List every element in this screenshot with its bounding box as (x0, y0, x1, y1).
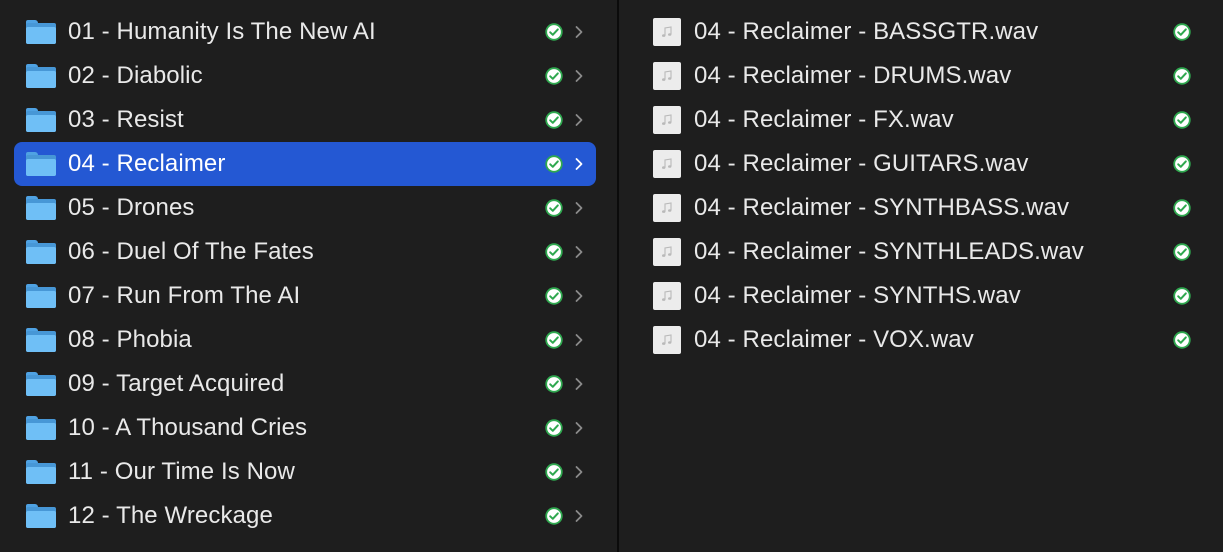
folder-name: 08 - Phobia (68, 326, 192, 353)
chevron-right-icon (574, 508, 584, 524)
file-row[interactable]: 04 - Reclaimer - GUITARS.wav (653, 142, 1201, 186)
folder-row[interactable]: 04 - Reclaimer (14, 142, 596, 186)
folder-name: 05 - Drones (68, 194, 195, 221)
file-name: 04 - Reclaimer - SYNTHLEADS.wav (694, 238, 1084, 265)
chevron-right-icon (574, 244, 584, 260)
chevron-right-icon (574, 24, 584, 40)
folder-icon (26, 152, 56, 176)
file-row[interactable]: 04 - Reclaimer - BASSGTR.wav (653, 10, 1201, 54)
synced-check-icon (545, 463, 563, 481)
folder-name: 07 - Run From The AI (68, 282, 301, 309)
synced-check-icon (1173, 243, 1191, 261)
synced-check-icon (545, 375, 563, 393)
folder-icon (26, 504, 56, 528)
audio-file-icon (653, 326, 681, 354)
synced-check-icon (1173, 155, 1191, 173)
file-name: 04 - Reclaimer - VOX.wav (694, 326, 974, 353)
folder-icon (26, 108, 56, 132)
file-name: 04 - Reclaimer - GUITARS.wav (694, 150, 1029, 177)
folder-row[interactable]: 05 - Drones (14, 186, 596, 230)
folder-icon (26, 328, 56, 352)
folder-name: 04 - Reclaimer (68, 150, 226, 177)
chevron-right-icon (574, 464, 584, 480)
chevron-right-icon (574, 376, 584, 392)
file-row[interactable]: 04 - Reclaimer - SYNTHS.wav (653, 274, 1201, 318)
file-name: 04 - Reclaimer - FX.wav (694, 106, 954, 133)
synced-check-icon (545, 331, 563, 349)
folder-row[interactable]: 03 - Resist (14, 98, 596, 142)
synced-check-icon (545, 243, 563, 261)
file-row[interactable]: 04 - Reclaimer - SYNTHLEADS.wav (653, 230, 1201, 274)
chevron-right-icon (574, 288, 584, 304)
folder-name: 03 - Resist (68, 106, 184, 133)
file-row[interactable]: 04 - Reclaimer - VOX.wav (653, 318, 1201, 362)
chevron-right-icon (574, 112, 584, 128)
folder-row[interactable]: 10 - A Thousand Cries (14, 406, 596, 450)
synced-check-icon (1173, 331, 1191, 349)
files-column: 04 - Reclaimer - BASSGTR.wav 04 - Reclaim… (619, 0, 1223, 552)
file-row[interactable]: 04 - Reclaimer - DRUMS.wav (653, 54, 1201, 98)
folder-row[interactable]: 07 - Run From The AI (14, 274, 596, 318)
synced-check-icon (545, 419, 563, 437)
folder-row[interactable]: 02 - Diabolic (14, 54, 596, 98)
folder-name: 11 - Our Time Is Now (68, 458, 295, 485)
chevron-right-icon (574, 420, 584, 436)
chevron-right-icon (574, 332, 584, 348)
audio-file-icon (653, 18, 681, 46)
folder-name: 12 - The Wreckage (68, 502, 273, 529)
synced-check-icon (545, 507, 563, 525)
chevron-right-icon (574, 156, 584, 172)
folder-icon (26, 20, 56, 44)
file-row[interactable]: 04 - Reclaimer - FX.wav (653, 98, 1201, 142)
folder-name: 02 - Diabolic (68, 62, 203, 89)
column-browser: 01 - Humanity Is The New AI 02 - Diabolic… (0, 0, 1223, 552)
audio-file-icon (653, 194, 681, 222)
folder-icon (26, 64, 56, 88)
synced-check-icon (1173, 67, 1191, 85)
file-name: 04 - Reclaimer - BASSGTR.wav (694, 18, 1039, 45)
folder-icon (26, 240, 56, 264)
synced-check-icon (1173, 287, 1191, 305)
synced-check-icon (1173, 199, 1191, 217)
chevron-right-icon (574, 200, 584, 216)
folder-row[interactable]: 12 - The Wreckage (14, 494, 596, 538)
file-name: 04 - Reclaimer - SYNTHBASS.wav (694, 194, 1070, 221)
synced-check-icon (1173, 23, 1191, 41)
folder-icon (26, 284, 56, 308)
folder-icon (26, 196, 56, 220)
folder-row[interactable]: 09 - Target Acquired (14, 362, 596, 406)
synced-check-icon (545, 23, 563, 41)
file-name: 04 - Reclaimer - DRUMS.wav (694, 62, 1012, 89)
folders-column: 01 - Humanity Is The New AI 02 - Diabolic… (0, 0, 617, 552)
folder-name: 06 - Duel Of The Fates (68, 238, 314, 265)
file-name: 04 - Reclaimer - SYNTHS.wav (694, 282, 1021, 309)
folder-name: 09 - Target Acquired (68, 370, 285, 397)
audio-file-icon (653, 106, 681, 134)
synced-check-icon (545, 199, 563, 217)
audio-file-icon (653, 238, 681, 266)
audio-file-icon (653, 150, 681, 178)
synced-check-icon (545, 155, 563, 173)
audio-file-icon (653, 62, 681, 90)
chevron-right-icon (574, 68, 584, 84)
folder-row[interactable]: 08 - Phobia (14, 318, 596, 362)
folder-row[interactable]: 01 - Humanity Is The New AI (14, 10, 596, 54)
folder-row[interactable]: 06 - Duel Of The Fates (14, 230, 596, 274)
synced-check-icon (1173, 111, 1191, 129)
folder-icon (26, 460, 56, 484)
synced-check-icon (545, 67, 563, 85)
folder-name: 10 - A Thousand Cries (68, 414, 308, 441)
folder-name: 01 - Humanity Is The New AI (68, 18, 376, 45)
file-row[interactable]: 04 - Reclaimer - SYNTHBASS.wav (653, 186, 1201, 230)
folder-icon (26, 372, 56, 396)
folder-icon (26, 416, 56, 440)
synced-check-icon (545, 287, 563, 305)
synced-check-icon (545, 111, 563, 129)
folder-row[interactable]: 11 - Our Time Is Now (14, 450, 596, 494)
audio-file-icon (653, 282, 681, 310)
